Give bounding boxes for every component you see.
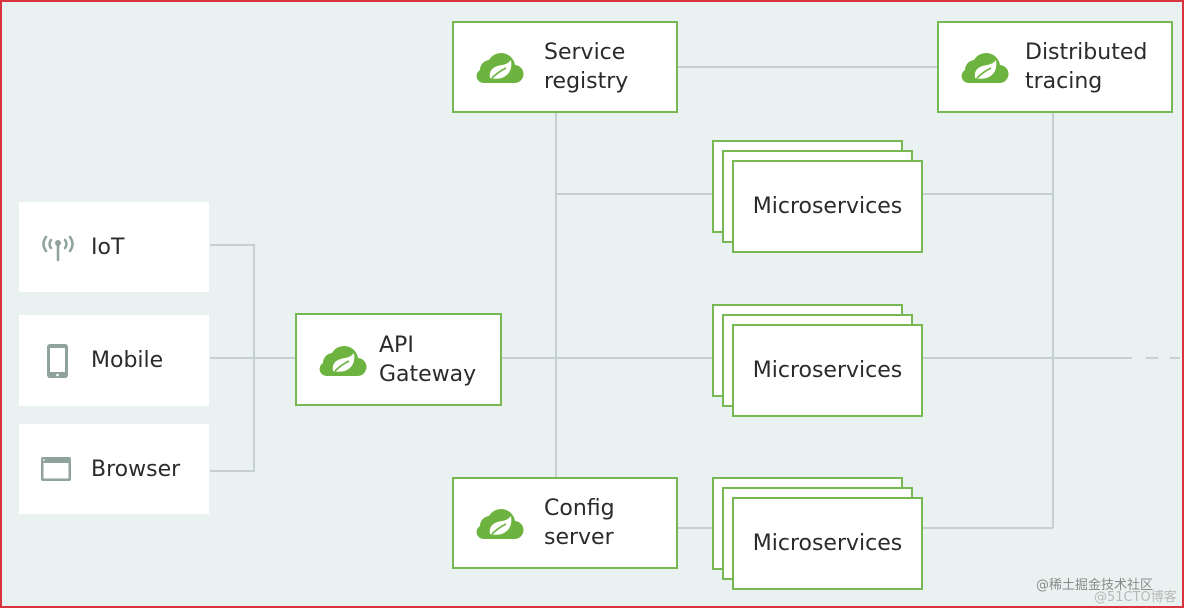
client-browser: Browser <box>19 424 209 514</box>
watermark-secondary: @51CTO博客 <box>1094 590 1177 605</box>
client-iot: IoT <box>19 202 209 292</box>
node-label-line2: Gateway <box>379 361 477 387</box>
microservices-stack-3: Microservices <box>712 477 924 592</box>
antenna-icon <box>42 235 74 262</box>
service-registry-node: Service registry <box>452 21 678 113</box>
microservices-stack-2: Microservices <box>712 304 924 419</box>
node-label-line1: Config <box>544 496 615 521</box>
node-label-line2: server <box>544 525 614 550</box>
client-label: Mobile <box>91 348 164 373</box>
client-label: Browser <box>91 456 181 482</box>
node-label-line1: Distributed <box>1025 40 1148 65</box>
client-mobile: Mobile <box>19 315 209 406</box>
client-label: IoT <box>91 234 125 260</box>
spring-cloud-icon <box>957 50 1009 84</box>
node-label-line1: Service <box>544 40 626 65</box>
microservices-label: Microservices <box>752 531 903 556</box>
microservices-label: Microservices <box>752 358 903 383</box>
spring-cloud-icon <box>315 343 367 377</box>
node-label-line1: API <box>379 332 414 358</box>
browser-window-icon <box>41 457 71 481</box>
distributed-tracing-node: Distributed tracing <box>937 21 1173 113</box>
microservices-stack-1: Microservices <box>712 140 924 255</box>
api-gateway-node: API Gateway <box>295 313 502 406</box>
mobile-phone-icon <box>47 343 68 378</box>
node-label-line2: registry <box>544 69 629 94</box>
node-label-line2: tracing <box>1025 69 1103 94</box>
config-server-node: Config server <box>452 477 678 569</box>
spring-cloud-icon <box>472 50 524 84</box>
spring-cloud-icon <box>472 506 524 540</box>
microservices-label: Microservices <box>752 194 903 219</box>
